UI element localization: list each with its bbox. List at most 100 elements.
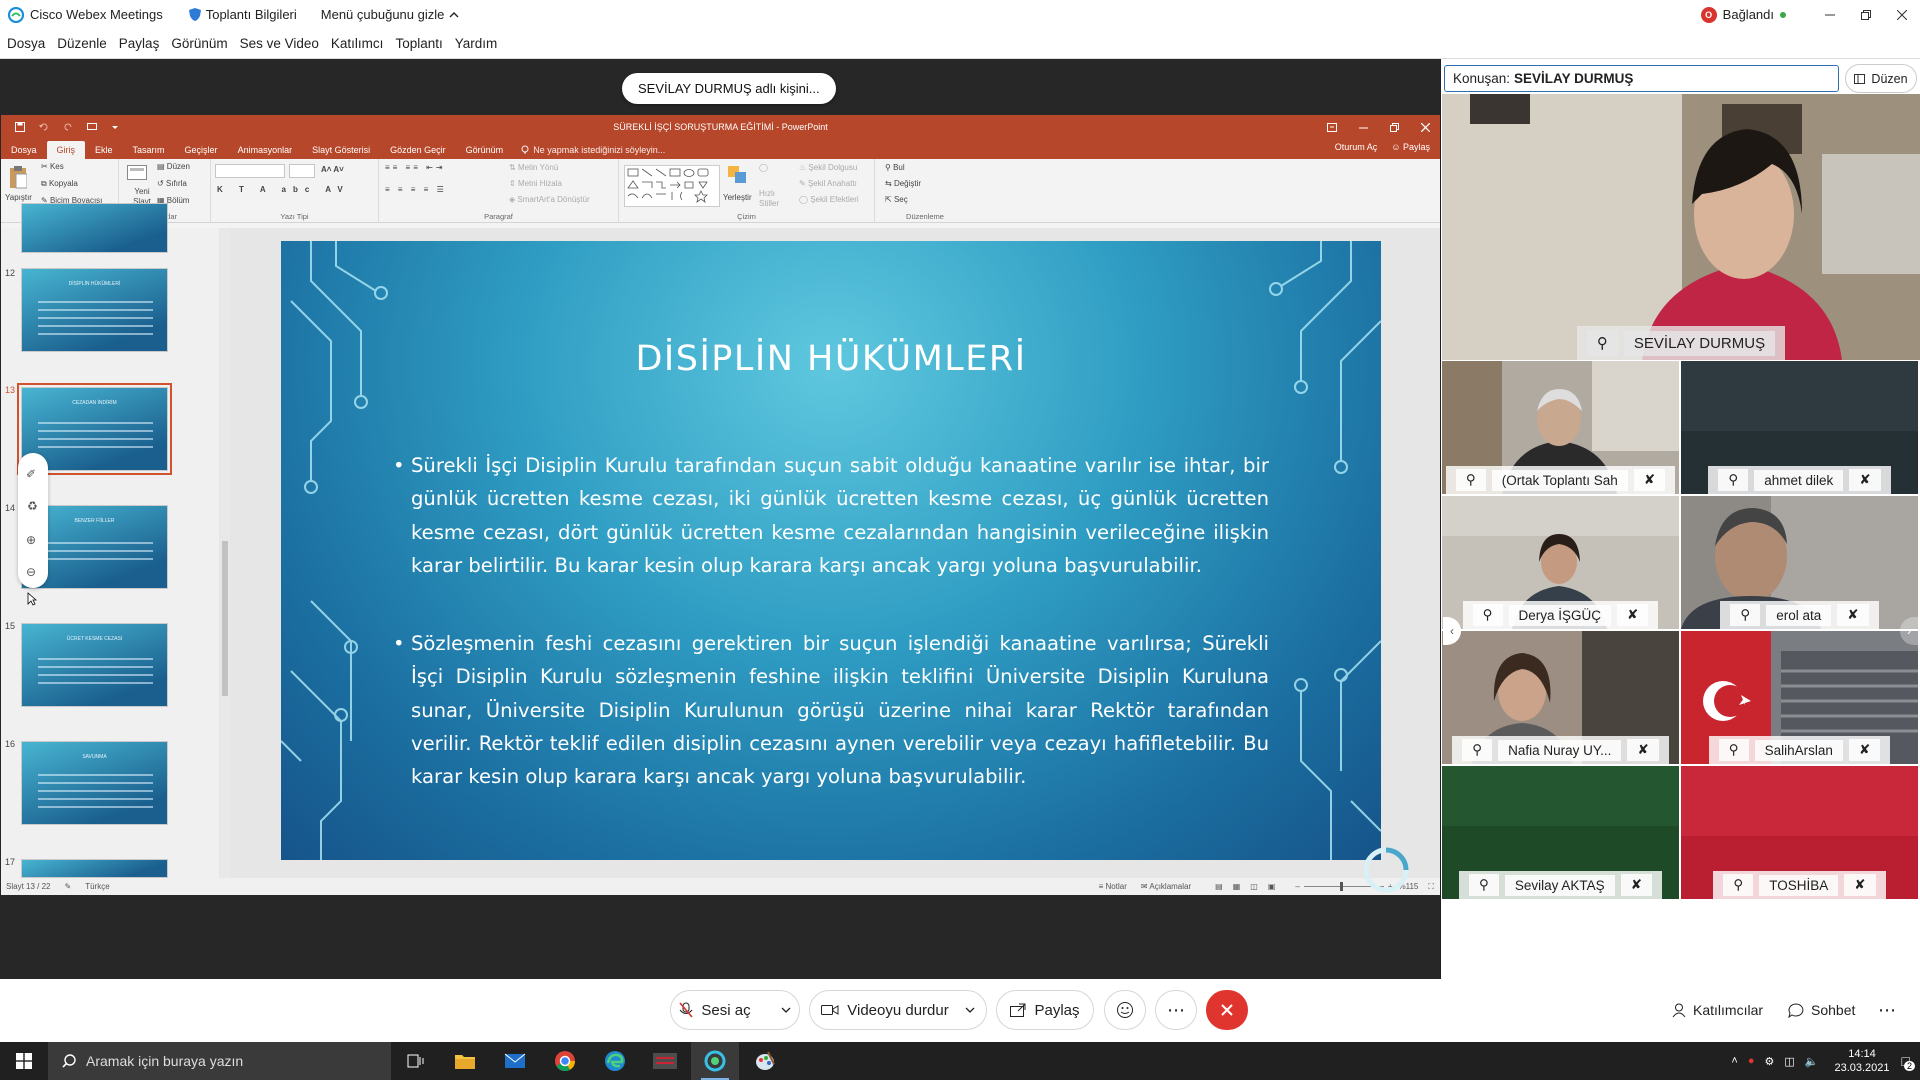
security-tray-icon[interactable]: ⚙ xyxy=(1764,1055,1774,1068)
participant-tile-7[interactable]: ⚲ Sevilay AKTAŞ ✘ xyxy=(1442,766,1679,899)
paste-icon[interactable] xyxy=(9,165,27,189)
tab-tasarim[interactable]: Tasarım xyxy=(123,141,175,159)
view-buttons[interactable]: ▤▦◫▣ xyxy=(1215,882,1285,891)
select-button[interactable]: ⇱ Seç xyxy=(885,195,908,204)
paint-taskbar-icon[interactable] xyxy=(741,1042,789,1080)
action-center-button[interactable]: □ 2 xyxy=(1902,1053,1915,1071)
ppt-close-icon[interactable] xyxy=(1421,122,1430,132)
participant-tile-1[interactable]: ⚲ (Ortak Toplantı Sah ✘ xyxy=(1442,361,1679,494)
close-window-button[interactable] xyxy=(1884,0,1920,29)
notes-button[interactable]: ≡ Notlar xyxy=(1099,882,1127,891)
language-indicator[interactable]: Türkçe xyxy=(85,882,109,891)
chrome-taskbar-icon[interactable] xyxy=(541,1042,589,1080)
trash-icon[interactable]: ♻ xyxy=(27,499,38,513)
unknown-app-taskbar-icon[interactable] xyxy=(641,1042,689,1080)
arrange-icon[interactable] xyxy=(727,165,749,185)
network-icon[interactable]: ◫ xyxy=(1784,1055,1794,1068)
connection-status[interactable]: O Bağlandı xyxy=(1700,6,1786,23)
unmute-button[interactable]: Sesi aç xyxy=(670,990,800,1030)
ppt-restore-icon[interactable] xyxy=(1390,122,1399,132)
chevron-down-icon[interactable] xyxy=(781,1007,791,1013)
active-speaker-video[interactable]: ⚲ SEVİLAY DURMUŞ xyxy=(1442,94,1920,360)
smartart-button[interactable]: ◈ SmartArt'a Dönüştür xyxy=(509,195,590,204)
zoom-out-button[interactable]: – xyxy=(1295,882,1299,891)
sharing-indicator[interactable]: SEVİLAY DURMUŞ adlı kişini... xyxy=(622,73,836,104)
shapes-gallery[interactable] xyxy=(624,165,720,207)
slide-thumbnail-15[interactable]: ÜCRET KESME CEZASI xyxy=(21,623,168,707)
webex-taskbar-icon[interactable] xyxy=(691,1042,739,1080)
task-view-button[interactable] xyxy=(391,1042,439,1080)
participant-tile-4[interactable]: ⚲ erol ata ✘ xyxy=(1681,496,1918,629)
thumbnail-scroll-thumb[interactable] xyxy=(222,541,228,696)
start-button[interactable] xyxy=(0,1042,48,1080)
participant-tile-3[interactable]: ⚲ Derya İŞGÜÇ ✘ xyxy=(1442,496,1679,629)
paste-label[interactable]: Yapıştır xyxy=(5,193,32,202)
shape-fill-button[interactable]: ♨ Şekil Dolgusu xyxy=(799,163,857,172)
list-icons[interactable]: ≡≡ ≡≡ ⇤⇥ xyxy=(385,163,446,172)
sign-in-link[interactable]: Oturum Aç xyxy=(1335,142,1378,152)
grow-font-icon[interactable]: A˄ A˅ xyxy=(321,165,344,174)
align-icons[interactable]: ≡ ≡ ≡ ≡ ☰ xyxy=(385,185,447,194)
thumbnail-scrollbar[interactable] xyxy=(220,228,230,878)
quick-styles-label[interactable]: Hızlı Stiller xyxy=(759,189,781,209)
copy-button[interactable]: ⧉ Kopyala xyxy=(41,179,78,189)
minimize-button[interactable] xyxy=(1812,0,1848,29)
volume-icon[interactable]: 🔈 xyxy=(1805,1055,1819,1068)
mail-taskbar-icon[interactable] xyxy=(491,1042,539,1080)
pen-annotation-icon[interactable]: ✐ xyxy=(26,467,36,481)
slide-scrollbar[interactable] xyxy=(1428,228,1440,848)
ppt-minimize-icon[interactable] xyxy=(1359,123,1368,132)
show-hidden-icons[interactable]: ˄ xyxy=(1731,1055,1737,1067)
tab-slayt-gosterisi[interactable]: Slayt Gösterisi xyxy=(302,141,380,159)
shape-effects-button[interactable]: ◯ Şekil Efektleri xyxy=(799,195,859,204)
find-button[interactable]: ⚲ Bul xyxy=(885,163,905,172)
text-direction-button[interactable]: ⇅ Metin Yönü xyxy=(509,163,558,172)
ppt-share-button[interactable]: ☺ Paylaş xyxy=(1391,142,1430,152)
clock[interactable]: 14:14 23.03.2021 xyxy=(1834,1047,1889,1075)
fit-slide-icon[interactable]: ⛶ xyxy=(1428,882,1434,892)
shape-outline-button[interactable]: ✎ Şekil Anahattı xyxy=(799,179,857,188)
stop-video-button[interactable]: Videoyu durdur xyxy=(809,990,987,1030)
participant-tile-8[interactable]: ⚲ TOSHİBA ✘ xyxy=(1681,766,1918,899)
tell-me-box[interactable]: Ne yapmak istediğinizi söyleyin... xyxy=(521,141,665,159)
reactions-button[interactable] xyxy=(1104,990,1146,1030)
font-size-field[interactable] xyxy=(289,164,315,178)
slide-thumbnail-16[interactable]: SAVUNMA xyxy=(21,741,168,825)
layout-button[interactable]: ▤ Düzen xyxy=(157,162,190,171)
taskbar-search-box[interactable]: Aramak için buraya yazın xyxy=(48,1042,391,1080)
spellcheck-icon[interactable]: ✎ xyxy=(64,882,71,891)
restore-button[interactable] xyxy=(1848,0,1884,29)
webex-tray-icon[interactable]: ● xyxy=(1748,1055,1755,1067)
tab-gorunum[interactable]: Görünüm xyxy=(456,141,514,159)
arrange-label[interactable]: Yerleştir xyxy=(723,193,752,202)
participants-button[interactable]: Katılımcılar xyxy=(1672,993,1763,1027)
menu-katilimci[interactable]: Katılımcı xyxy=(331,36,384,51)
replace-button[interactable]: ⇆ Değiştir xyxy=(885,179,921,188)
edge-taskbar-icon[interactable] xyxy=(591,1042,639,1080)
zoom-out-icon[interactable]: ⊖ xyxy=(26,565,36,579)
menu-gorunum[interactable]: Görünüm xyxy=(171,36,227,51)
menu-yardim[interactable]: Yardım xyxy=(455,36,498,51)
zoom-in-icon[interactable]: ⊕ xyxy=(26,533,36,547)
meeting-info-button[interactable]: Toplantı Bilgileri xyxy=(188,7,297,22)
tab-dosya[interactable]: Dosya xyxy=(1,141,47,159)
menu-toplanti[interactable]: Toplantı xyxy=(395,36,442,51)
layout-button[interactable]: Düzen xyxy=(1845,64,1917,93)
slide-thumbnail-12[interactable]: DİSİPLİN HÜKÜMLERİ xyxy=(21,268,168,352)
menu-paylas[interactable]: Paylaş xyxy=(119,36,160,51)
font-name-field[interactable] xyxy=(215,164,285,178)
participant-tile-5[interactable]: ⚲ Nafia Nuray UY... ✘ xyxy=(1442,631,1679,764)
slide-thumbnail-17[interactable] xyxy=(21,859,168,878)
zoom-slider-thumb[interactable] xyxy=(1339,882,1343,891)
participant-tile-2[interactable]: ⚲ ahmet dilek ✘ xyxy=(1681,361,1918,494)
participant-tile-6[interactable]: ⚲ SalihArslan ✘ xyxy=(1681,631,1918,764)
hide-menu-bar-button[interactable]: Menü çubuğunu gizle xyxy=(321,7,460,22)
menu-dosya[interactable]: Dosya xyxy=(7,36,45,51)
panel-more-button[interactable]: ⋯ xyxy=(1878,993,1896,1027)
quick-styles-icon[interactable]: ◯ xyxy=(759,163,779,172)
menu-ses-video[interactable]: Ses ve Video xyxy=(240,36,319,51)
tab-giris[interactable]: Giriş xyxy=(46,141,86,159)
comments-button[interactable]: ✉ Açıklamalar xyxy=(1141,882,1191,891)
more-options-button[interactable]: ⋯ xyxy=(1155,990,1197,1030)
cut-button[interactable]: ✂ Kes xyxy=(41,162,64,171)
